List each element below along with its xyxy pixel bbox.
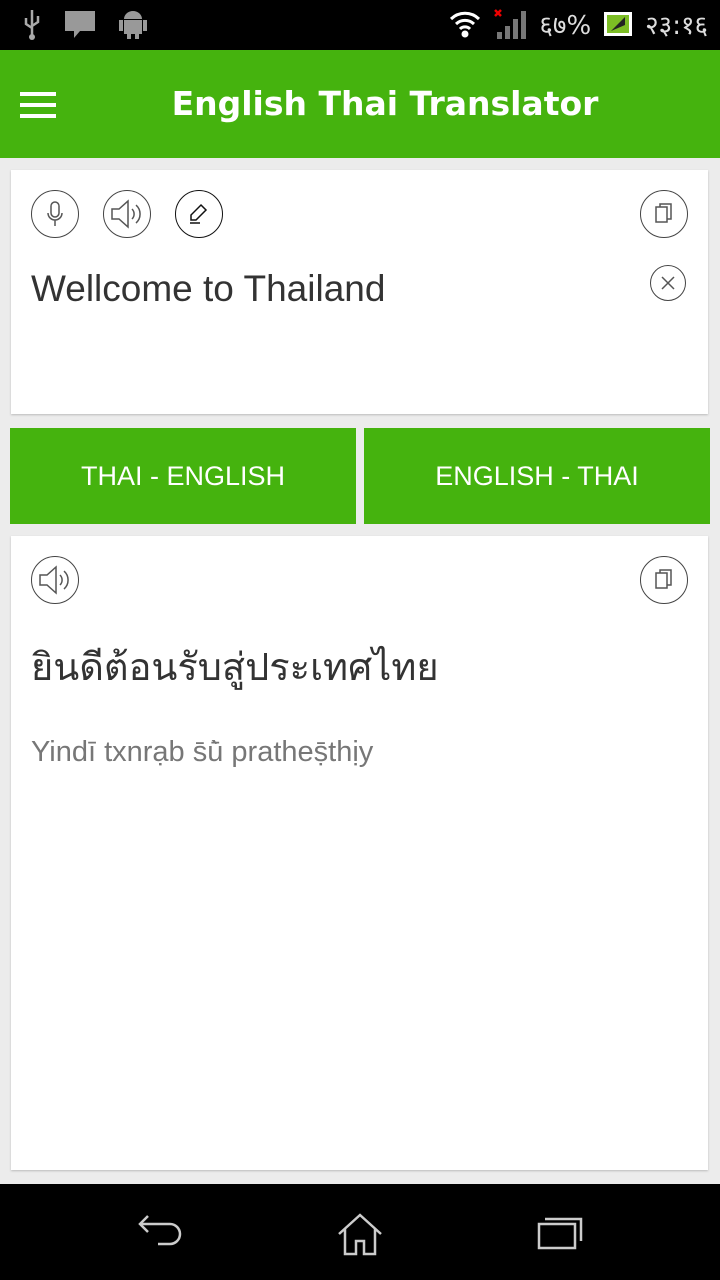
battery-icon [604, 12, 633, 36]
translated-text: ยินดีต้อนรับสู่ประเทศไทย [31, 645, 439, 689]
clear-icon[interactable] [650, 265, 686, 301]
copy-icon[interactable] [640, 190, 688, 238]
battery-percent: ६७% [539, 11, 592, 41]
app-bar: English Thai Translator [0, 50, 720, 158]
wifi-icon [450, 11, 481, 38]
pen-icon[interactable] [175, 190, 223, 238]
android-icon [119, 11, 147, 39]
signal-icon [494, 9, 527, 39]
copy-icon[interactable] [640, 556, 688, 604]
back-icon[interactable] [136, 1212, 184, 1256]
message-icon [65, 11, 95, 38]
status-bar: ६७% २३:१६ [0, 0, 720, 50]
speaker-icon[interactable] [31, 556, 79, 604]
home-icon[interactable] [336, 1212, 384, 1260]
speaker-icon[interactable] [103, 190, 151, 238]
navigation-bar [0, 1184, 720, 1280]
usb-icon [24, 10, 40, 40]
source-text-input[interactable]: Wellcome to Thailand [31, 268, 385, 310]
app-title: English Thai Translator [171, 84, 599, 123]
output-card: ยินดีต้อนรับสู่ประเทศไทย Yindī txnrạb s̄… [11, 536, 708, 1170]
english-thai-button[interactable]: ENGLISH - THAI [364, 428, 710, 524]
recent-apps-icon[interactable] [536, 1212, 586, 1256]
romanization-text: Yindī txnrạb s̄ū̀ pratheṣ̄thịy [31, 736, 374, 768]
thai-english-button[interactable]: THAI - ENGLISH [10, 428, 356, 524]
clock: २३:१६ [645, 11, 708, 41]
input-card: Wellcome to Thailand [11, 170, 708, 414]
microphone-icon[interactable] [31, 190, 79, 238]
